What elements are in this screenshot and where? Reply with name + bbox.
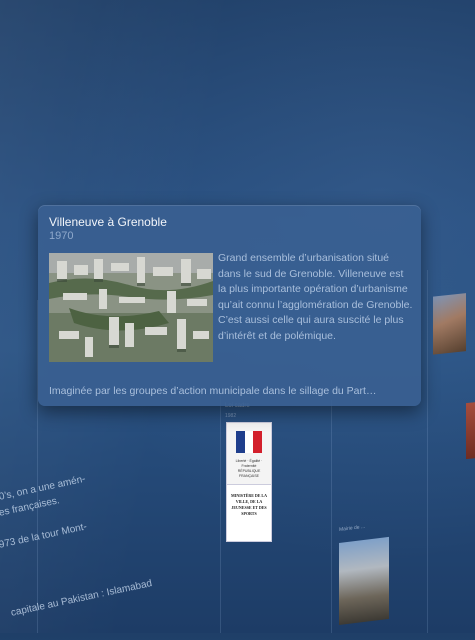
event-excerpt-link[interactable]: Imaginée par les groupes d’action munici… <box>49 385 376 397</box>
background-text-line: 973 de la tour Mont- <box>0 521 88 551</box>
event-detail-card[interactable]: Villeneuve à Grenoble 1970 Grand ensembl… <box>38 205 421 406</box>
background-left-texts: 0’s, on a une amén- es françaises. 973 d… <box>0 474 200 640</box>
background-text-line: capitale au Pakistan : Islamabad <box>10 578 154 619</box>
event-year: 1970 <box>49 230 74 242</box>
background-event-card[interactable]: Loi cadre 1982 Liberté · Égalité · Frate… <box>222 398 332 633</box>
aerial-city-image <box>49 253 213 362</box>
event-description: Grand ensemble d’urbanisation situé dans… <box>218 252 413 342</box>
french-flag-icon <box>236 431 263 453</box>
timeline-guide-line <box>220 390 221 633</box>
logo-caption: Liberté · Égalité · Fraternité RÉPUBLIQU… <box>235 459 263 478</box>
ministry-name: MINISTÈRE DE LA VILLE, DE LA JEUNESSE ET… <box>230 493 267 516</box>
background-event-thumbnail <box>466 402 475 460</box>
background-event-thumbnail <box>339 536 389 625</box>
ministry-logo: MINISTÈRE DE LA VILLE, DE LA JEUNESSE ET… <box>226 484 272 542</box>
republique-francaise-logo: Liberté · Égalité · Fraternité RÉPUBLIQU… <box>226 422 272 486</box>
background-event-card[interactable]: Mairie de ... <box>336 503 456 638</box>
background-event-year: 1982 <box>225 413 237 419</box>
event-photo[interactable] <box>49 253 213 362</box>
background-event-thumbnail <box>433 293 466 355</box>
background-event-title: Mairie de ... <box>339 523 366 533</box>
event-title: Villeneuve à Grenoble <box>49 215 167 229</box>
